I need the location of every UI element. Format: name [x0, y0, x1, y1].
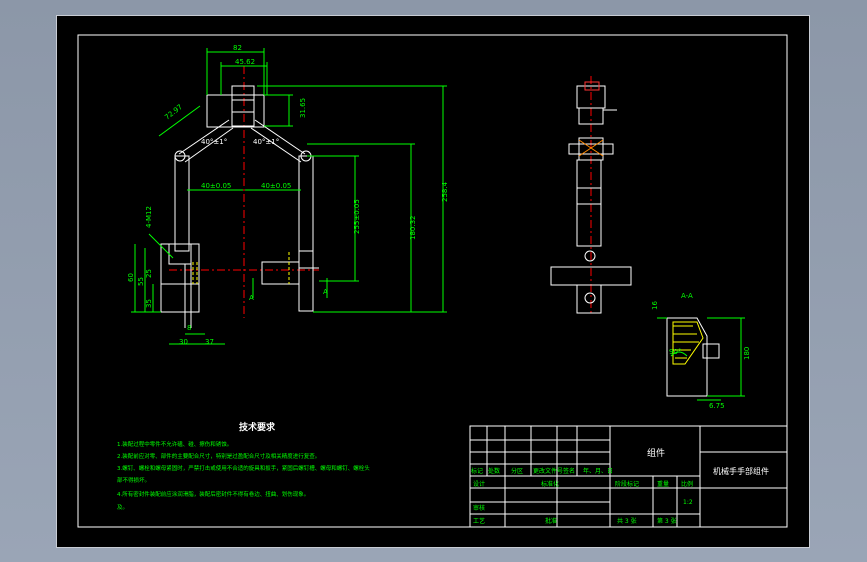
section-label: A-A — [681, 292, 693, 300]
section-mark-right: A — [323, 288, 328, 296]
tb-review: 审核 — [473, 504, 485, 512]
dim-left-60: 60 — [127, 273, 135, 282]
note-line-4: 部不得损坏。 — [117, 476, 150, 484]
section-mark-left: A — [249, 294, 254, 302]
dim-top-height: 31.65 — [299, 98, 307, 118]
dim-height-mid: 255±0.05 — [353, 199, 361, 234]
dim-top-width: 82 — [233, 44, 242, 52]
dim-height-inner: 180.32 — [409, 216, 417, 241]
tb-part-name: 组件 — [647, 447, 665, 459]
dim-height-total: 258.4 — [441, 181, 449, 202]
note-line-5: 4.所有密封件装配前应涂润滑脂，装配后密封件不得有卷边、扭曲、划伤现象。 — [117, 490, 309, 498]
note-line-1: 1.装配过程中零件不允许磕、碰、擦伤和锈蚀。 — [117, 440, 232, 448]
title-block — [469, 425, 788, 528]
tb-header-count: 处数 — [488, 467, 500, 475]
tb-scale-value: 1:2 — [683, 499, 693, 506]
tb-approve: 批准 — [545, 517, 557, 525]
dim-link-length: 72.97 — [163, 103, 184, 122]
dim-right-offset: 40±0.05 — [261, 182, 291, 190]
dim-left-55: 55 — [137, 277, 145, 286]
tb-weight: 重量 — [657, 480, 669, 488]
note-line-3: 3.螺钉、螺栓和螺母紧固时，严禁打击或使用不合适的旋具和扳手，紧固后螺钉槽、螺母… — [117, 464, 370, 472]
dim-angle-left: 40°±1° — [201, 138, 227, 146]
side-view — [550, 76, 632, 316]
tb-header-doc: 更改文件号 — [533, 467, 563, 475]
technical-notes: 技术要求 1.装配过程中零件不允许磕、碰、擦伤和锈蚀。 2.装配前应对零、部件的… — [117, 421, 370, 511]
dim-bottom-8: 8 — [187, 324, 191, 332]
section-dim-top: 16 — [651, 301, 659, 310]
tb-header-sign: 签名 — [563, 467, 575, 475]
dim-hole-label: 4-M12 — [145, 206, 153, 228]
dim-inner-width: 45.62 — [235, 58, 255, 66]
tb-stage: 阶段标记 — [615, 480, 639, 488]
section-dim-angle: 90° — [669, 348, 681, 356]
tb-drawing-name: 机械手手部组件 — [713, 466, 769, 476]
note-line-6: 及。 — [117, 504, 128, 511]
dim-bottom-30: 30 — [179, 338, 188, 346]
dim-bottom-37: 37 — [205, 338, 214, 346]
title-block-text: 组件 机械手手部组件 标记 处数 分区 更改文件号 签名 年、月、日 设计 标准… — [471, 447, 769, 525]
section-view-labels: A-A 16 90° 180 6.75 — [651, 292, 751, 410]
tb-header-date: 年、月、日 — [583, 467, 613, 475]
tb-scale: 比例 — [681, 480, 693, 488]
tb-sheet-number: 第 3 张 — [657, 517, 677, 525]
dim-angle-right: 40°±1° — [253, 138, 279, 146]
front-view — [131, 48, 447, 345]
cad-viewport[interactable]: 82 45.62 72.97 31.65 40°±1° 40°±1° 40±0.… — [56, 15, 810, 548]
engineering-drawing: 82 45.62 72.97 31.65 40°±1° 40°±1° 40±0.… — [77, 34, 788, 528]
note-line-2: 2.装配前应对零、部件的主要配合尺寸，特别是过盈配合尺寸及相关精度进行复查。 — [117, 452, 320, 460]
tb-standardize: 标准化 — [541, 480, 559, 488]
tb-sheets-total: 共 3 张 — [617, 517, 637, 525]
tb-header-zone: 分区 — [511, 467, 523, 475]
tb-header-mark: 标记 — [471, 467, 483, 475]
section-dim-width: 6.75 — [709, 402, 725, 410]
section-view — [657, 317, 745, 401]
tb-process: 工艺 — [473, 517, 485, 525]
notes-title: 技术要求 — [239, 421, 276, 433]
section-dim-height: 180 — [743, 347, 751, 360]
dim-left-25: 25 — [145, 269, 153, 278]
tb-design: 设计 — [473, 480, 485, 488]
dim-left-35: 35 — [145, 299, 153, 308]
dim-left-offset: 40±0.05 — [201, 182, 231, 190]
